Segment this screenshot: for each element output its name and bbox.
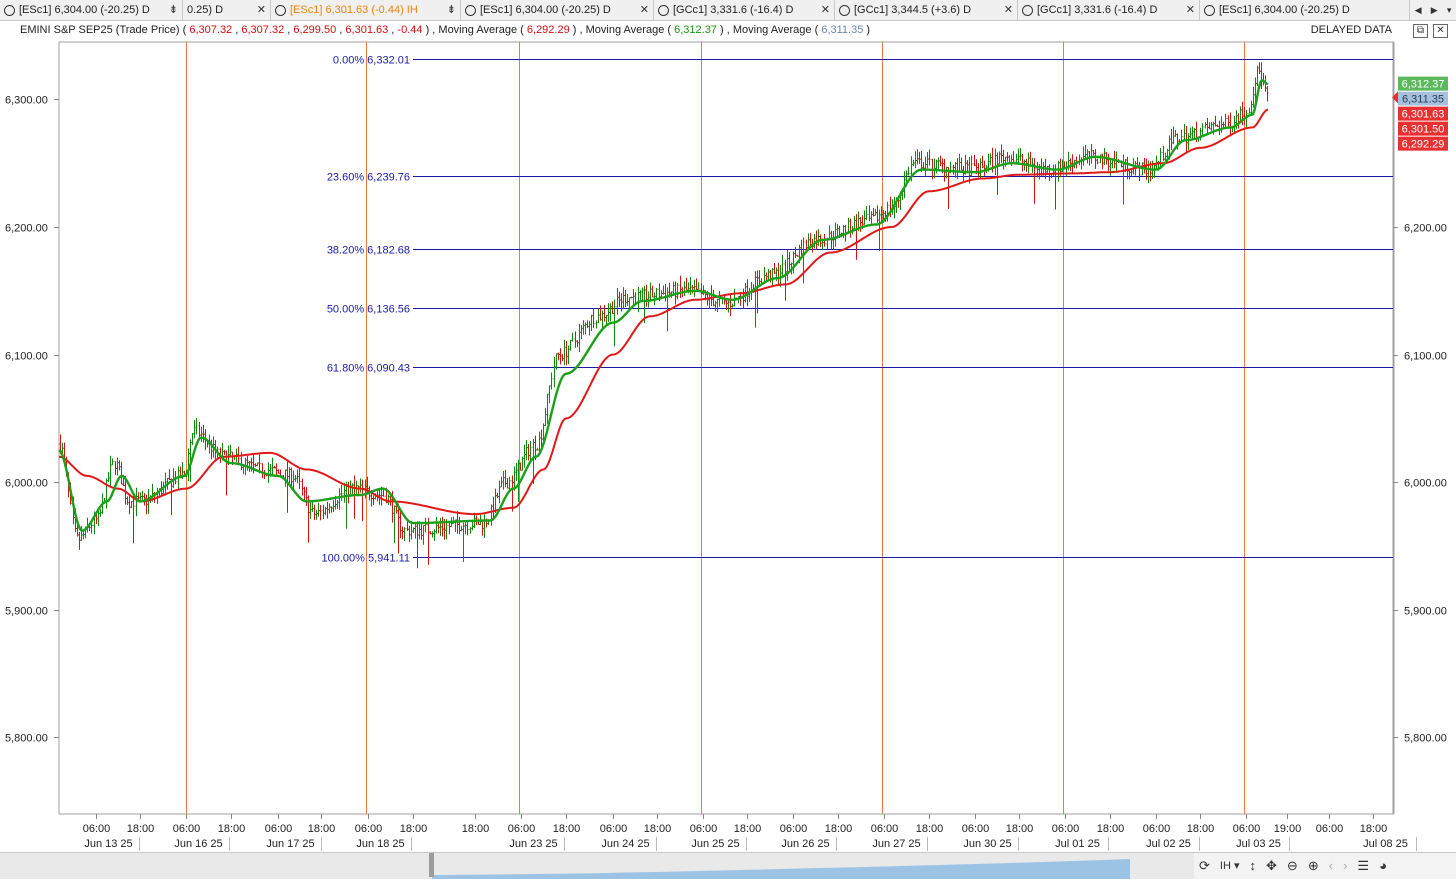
fib-level-label: 38.20% 6,182.68 <box>327 245 410 257</box>
x-tick-date: Jul 02 25 <box>1146 838 1191 850</box>
x-tick-time: 06:00 <box>1052 823 1080 835</box>
x-tick-time: 06:00 <box>508 823 536 835</box>
navigator-area <box>432 859 1130 879</box>
x-tick-time: 06:00 <box>962 823 990 835</box>
scroll-left-icon[interactable]: ‹ <box>1329 853 1333 879</box>
fib-level-label: 0.00% 6,332.01 <box>333 55 410 67</box>
y-tick-label-left: 5,800.00 <box>5 733 48 745</box>
fib-level-label: 23.60% 6,239.76 <box>327 172 410 184</box>
y-tick-label-left: 6,200.00 <box>5 223 48 235</box>
navigator-overview <box>432 859 1130 879</box>
y-tick-label-left: 5,900.00 <box>5 606 48 618</box>
x-tick-time: 18:00 <box>462 823 490 835</box>
x-tick-time: 06:00 <box>1143 823 1171 835</box>
x-tick-date: Jul 01 25 <box>1055 838 1100 850</box>
x-tick-time: 19:00 <box>1274 823 1302 835</box>
x-tick-time: 18:00 <box>825 823 853 835</box>
zoom-out-icon[interactable]: ⊖ <box>1287 853 1298 879</box>
navigator-scrollbar[interactable] <box>0 852 1194 879</box>
y-tick-label-right: 6,100.00 <box>1404 351 1447 363</box>
x-tick-time: 18:00 <box>1006 823 1034 835</box>
x-tick-time: 06:00 <box>690 823 718 835</box>
x-tick-date: Jul 03 25 <box>1236 838 1281 850</box>
price-tag-label: 6,301.50 <box>1402 124 1445 136</box>
price-tags: 6,312.37 6,311.35 6,301.63 6,301.50 6,292.29 <box>1392 76 1448 151</box>
x-tick-time: 18:00 <box>644 823 672 835</box>
vertical-resize-icon[interactable]: ↕ <box>1250 853 1257 879</box>
chart-toolbar: ⟳ IH ▾ ↕ ✥ ⊖ ⊕ ‹ › ☰ ◕ <box>1194 852 1456 879</box>
zoom-in-icon[interactable]: ⊕ <box>1308 853 1319 879</box>
x-tick-time: 18:00 <box>1187 823 1215 835</box>
x-tick-date: Jun 27 25 <box>872 838 920 850</box>
price-tag-label: 6,311.35 <box>1402 94 1444 106</box>
refresh-icon[interactable]: ⟳ <box>1199 853 1210 879</box>
x-tick-time: 18:00 <box>1097 823 1125 835</box>
x-tick-time: 06:00 <box>355 823 383 835</box>
price-tag-label: 6,292.29 <box>1402 139 1445 151</box>
x-tick-date: Jun 26 25 <box>781 838 829 850</box>
price-tag-label: 6,301.63 <box>1402 109 1445 121</box>
fib-level-label: 50.00% 6,136.56 <box>327 304 410 316</box>
y-tick-label-left: 6,100.00 <box>5 351 48 363</box>
y-tick-label-left: 6,300.00 <box>5 95 48 107</box>
x-tick-date: Jun 24 25 <box>601 838 649 850</box>
x-tick-time: 06:00 <box>173 823 201 835</box>
interval-selector[interactable]: IH ▾ <box>1220 853 1240 879</box>
x-tick-time: 06:00 <box>600 823 628 835</box>
y-tick-label-right: 6,200.00 <box>1404 223 1447 235</box>
y-tick-label-right: 5,800.00 <box>1404 733 1447 745</box>
x-tick-time: 18:00 <box>308 823 336 835</box>
y-tick-label-right: 5,900.00 <box>1404 606 1447 618</box>
plot-area <box>58 41 1394 815</box>
chart-settings-icon[interactable]: ◕ <box>1379 853 1387 879</box>
x-tick-date: Jun 23 25 <box>509 838 557 850</box>
x-tick-time: 06:00 <box>1233 823 1261 835</box>
y-tick-label-right: 6,000.00 <box>1404 478 1447 490</box>
price-tag-label: 6,312.37 <box>1402 79 1445 91</box>
fib-level-label: 61.80% 6,090.43 <box>327 363 410 375</box>
x-tick-date: Jun 17 25 <box>266 838 314 850</box>
x-tick-time: 06:00 <box>780 823 808 835</box>
x-tick-time: 06:00 <box>871 823 899 835</box>
x-tick-date: Jun 18 25 <box>356 838 404 850</box>
x-tick-time: 18:00 <box>916 823 944 835</box>
x-tick-time: 06:00 <box>1316 823 1344 835</box>
x-tick-time: 18:00 <box>400 823 428 835</box>
pan-icon[interactable]: ✥ <box>1266 853 1277 879</box>
x-tick-time: 18:00 <box>127 823 155 835</box>
x-tick-time: 06:00 <box>83 823 111 835</box>
x-tick-date: Jun 16 25 <box>174 838 222 850</box>
scroll-handle[interactable] <box>429 853 434 877</box>
x-tick-date: Jun 25 25 <box>691 838 739 850</box>
scroll-right-icon[interactable]: › <box>1343 853 1347 879</box>
x-tick-date: Jul 08 25 <box>1363 838 1408 850</box>
x-tick-time: 18:00 <box>734 823 762 835</box>
y-tick-label-left: 6,000.00 <box>5 478 48 490</box>
x-axis: 06:00 Jun 13 25 18:00 06:00 Jun 16 25 18:00 06… <box>83 814 1417 851</box>
fib-level-label: 100.00% 5,941.11 <box>322 553 410 565</box>
x-tick-time: 18:00 <box>553 823 581 835</box>
x-tick-time: 06:00 <box>265 823 293 835</box>
x-tick-date: Jun 30 25 <box>963 838 1011 850</box>
x-tick-time: 18:00 <box>1360 823 1388 835</box>
menu-icon[interactable]: ☰ <box>1357 853 1369 879</box>
price-chart[interactable]: 0.00% 6,332.01 23.60% 6,239.76 38.20% 6,18… <box>0 0 1456 852</box>
x-tick-time: 18:00 <box>218 823 246 835</box>
x-tick-date: Jun 13 25 <box>84 838 132 850</box>
